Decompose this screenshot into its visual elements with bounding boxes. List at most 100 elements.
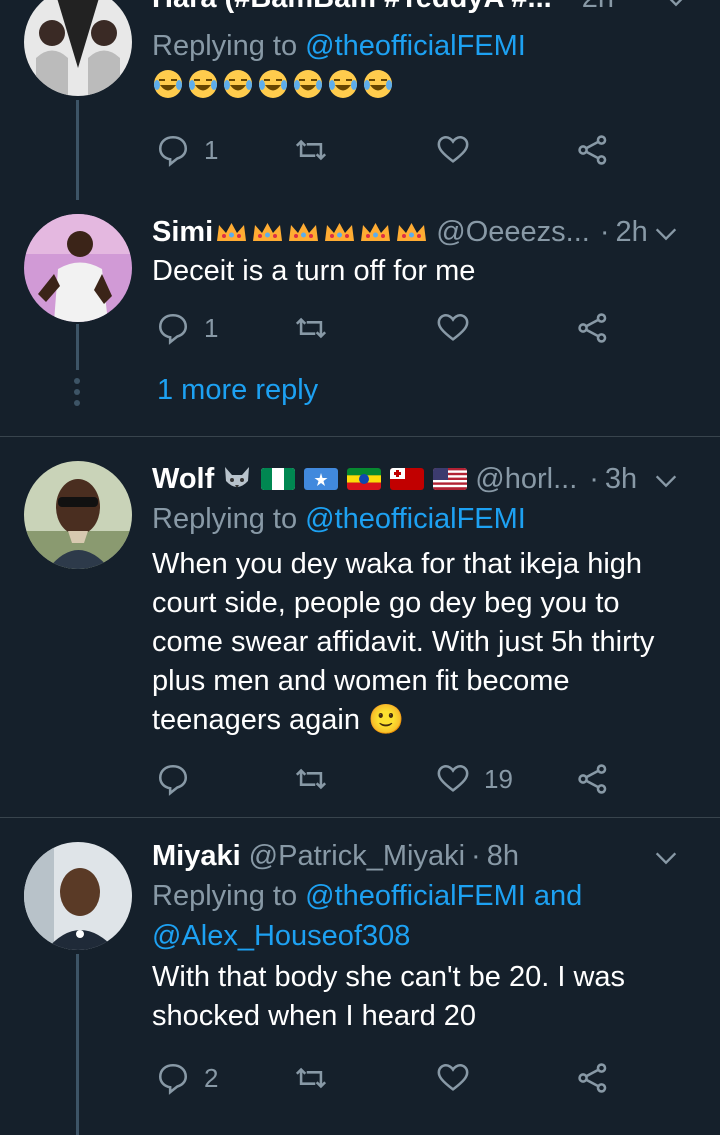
share-button[interactable]: [576, 130, 610, 170]
laughing-emoji-icon: [364, 70, 392, 98]
display-name[interactable]: Simi: [152, 216, 213, 249]
like-button[interactable]: 19: [436, 759, 513, 799]
tweet-text: Deceit is a turn off for me: [152, 255, 476, 287]
tweet-text: When you dey waka for that ikeja high co…: [152, 548, 655, 736]
crown-emoji-icon: [397, 223, 427, 241]
user-handle[interactable]: @Oeeezs...: [436, 216, 590, 249]
heart-icon: [437, 764, 469, 792]
laughing-emoji-icon: [294, 70, 322, 98]
tweet-actions: 1: [152, 130, 622, 170]
retweet-button[interactable]: [294, 308, 328, 348]
replying-to: Replying to @theofficialFEMI and @Alex_H…: [152, 880, 583, 952]
share-button[interactable]: [576, 759, 610, 799]
like-button[interactable]: [436, 130, 470, 170]
tweet-text: With that body she can't be 20. I was sh…: [152, 961, 626, 1032]
reply-button[interactable]: 1: [156, 308, 218, 348]
ethiopia-flag-icon: [347, 468, 382, 490]
laughing-emoji-row: [152, 68, 700, 100]
replying-to: Replying to @theofficialFEMI: [152, 30, 526, 62]
reply-count: 1: [204, 312, 219, 343]
chevron-down-icon[interactable]: [652, 467, 680, 495]
share-button[interactable]: [576, 1058, 610, 1098]
laughing-emoji-icon: [259, 70, 287, 98]
tweet-hara[interactable]: Hara (#BamBam #TeddyA #... 2h Replying t…: [0, 0, 720, 200]
reply-icon: [158, 764, 188, 796]
reply-icon: [158, 313, 188, 345]
crown-emoji-icon: [217, 223, 247, 241]
like-count: 19: [484, 763, 513, 794]
reply-button[interactable]: 2: [156, 1058, 218, 1098]
more-replies-link[interactable]: 1 more reply: [157, 374, 318, 407]
display-name[interactable]: Wolf: [152, 463, 214, 496]
name-badges: [215, 221, 428, 243]
heart-icon: [437, 135, 469, 163]
replying-to: Replying to @theofficialFEMI: [152, 503, 526, 535]
mention-link[interactable]: @theofficialFEMI: [305, 503, 526, 535]
retweet-button[interactable]: [294, 1058, 328, 1098]
reply-button[interactable]: 1: [156, 130, 218, 170]
nigeria-flag-icon: [261, 468, 296, 490]
avatar[interactable]: [24, 842, 132, 950]
laughing-emoji-icon: [154, 70, 182, 98]
mention-link[interactable]: @Alex_Houseof308: [152, 920, 410, 952]
crown-emoji-icon: [325, 223, 355, 241]
header-partial: Hara (#BamBam #TeddyA #...: [152, 0, 552, 15]
like-button[interactable]: [436, 308, 470, 348]
like-button[interactable]: [436, 1058, 470, 1098]
share-icon: [578, 135, 607, 165]
tweet-time: 3h: [604, 462, 638, 495]
avatar[interactable]: [24, 214, 132, 322]
mention-link[interactable]: @theofficialFEMI: [305, 880, 526, 912]
tweet-actions: 2: [152, 1058, 622, 1098]
mention-link[interactable]: @theofficialFEMI: [305, 30, 526, 62]
tonga-flag-icon: [390, 468, 425, 490]
share-icon: [578, 764, 607, 794]
share-button[interactable]: [576, 308, 610, 348]
tweet-wolf[interactable]: Wolf @horl... · 3h Replying to @theoffic…: [0, 437, 720, 817]
laughing-emoji-icon: [224, 70, 252, 98]
name-badges: [222, 465, 468, 493]
tweet-time: 2h: [615, 215, 648, 248]
heart-icon: [437, 1063, 469, 1091]
wolf-emoji-icon: [225, 467, 250, 488]
tweet-actions: 1: [152, 308, 622, 348]
mention-and: and: [533, 880, 583, 912]
tweet-miyaki[interactable]: Miyaki @Patrick_Miyaki · 8h Replying to …: [0, 818, 720, 1135]
reply-count: 1: [204, 134, 219, 165]
laughing-emoji-icon: [189, 70, 217, 98]
retweet-icon: [295, 139, 327, 161]
tweet-simi[interactable]: Simi @Oeeezs... · 2h Deceit is a turn of…: [0, 200, 720, 436]
reply-icon: [158, 135, 188, 167]
timeline: Hara (#BamBam #TeddyA #... 2h Replying t…: [0, 0, 720, 1135]
share-icon: [578, 1063, 607, 1093]
retweet-icon: [295, 768, 327, 790]
avatar[interactable]: [24, 461, 132, 569]
thread-line: [76, 100, 79, 200]
avatar[interactable]: [24, 0, 132, 96]
display-name[interactable]: Miyaki: [152, 840, 241, 873]
laughing-emoji-icon: [329, 70, 357, 98]
user-handle[interactable]: @Patrick_Miyaki: [249, 840, 465, 873]
separator-dot: ·: [471, 839, 481, 872]
retweet-button[interactable]: [294, 130, 328, 170]
share-icon: [578, 313, 607, 343]
chevron-down-icon[interactable]: [652, 220, 680, 248]
heart-icon: [437, 313, 469, 341]
retweet-button[interactable]: [294, 759, 328, 799]
user-handle[interactable]: @horl...: [475, 463, 577, 496]
crown-emoji-icon: [253, 223, 283, 241]
chevron-down-icon[interactable]: [662, 0, 690, 14]
reply-count: 2: [204, 1062, 219, 1093]
separator-dot: ·: [589, 462, 599, 495]
crown-emoji-icon: [289, 223, 319, 241]
reply-icon: [158, 1063, 188, 1095]
usa-flag-icon: [433, 468, 468, 490]
separator-dot: ·: [599, 215, 610, 248]
thread-line: [76, 324, 79, 370]
reply-button[interactable]: [156, 759, 190, 799]
chevron-down-icon[interactable]: [652, 844, 680, 872]
tweet-time: 2h: [582, 0, 614, 15]
tweet-actions: 19: [152, 759, 622, 799]
retweet-icon: [295, 317, 327, 339]
retweet-icon: [295, 1067, 327, 1089]
